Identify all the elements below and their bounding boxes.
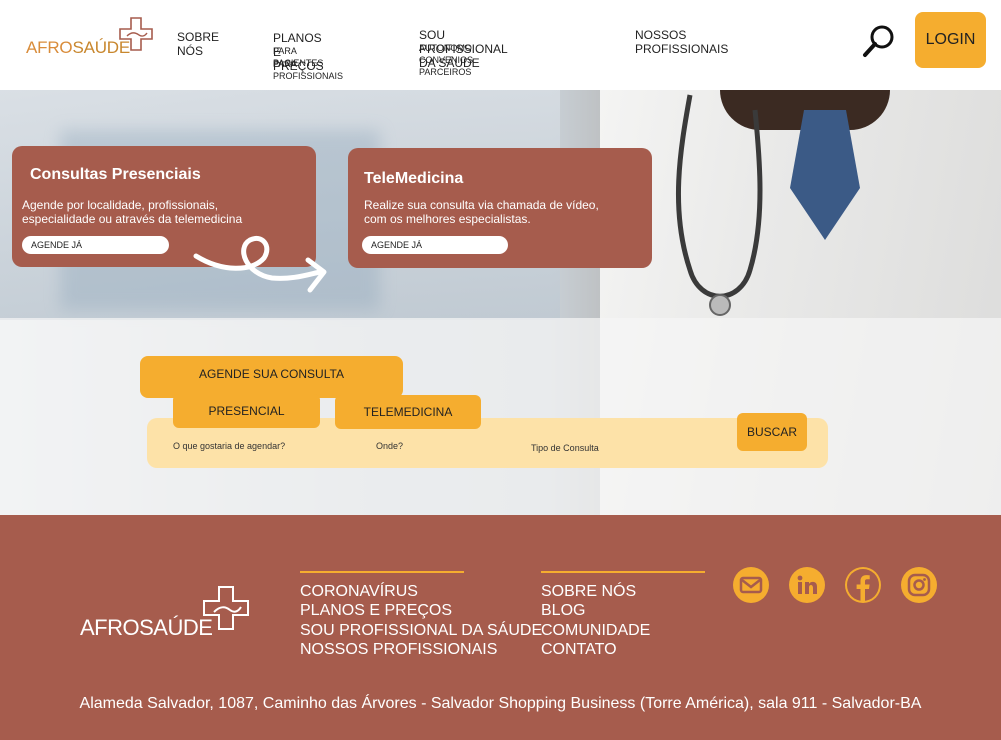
- stethoscope-image: [675, 94, 763, 316]
- footer-link-blog[interactable]: BLOG: [541, 601, 585, 621]
- buscar-button[interactable]: BUSCAR: [737, 413, 807, 451]
- footer-address: Alameda Salvador, 1087, Caminho das Árvo…: [79, 695, 922, 712]
- card-title: TeleMedicina: [364, 170, 464, 187]
- agende-sua-consulta-tab[interactable]: AGENDE SUA CONSULTA: [140, 356, 403, 398]
- login-button[interactable]: LOGIN: [915, 12, 986, 68]
- agende-ja-button[interactable]: AGENDE JÁ: [362, 236, 508, 254]
- search-icon[interactable]: [862, 24, 896, 58]
- footer-link-comunidade[interactable]: COMUNIDADE: [541, 621, 650, 641]
- footer-link-contato[interactable]: CONTATO: [541, 640, 617, 660]
- nav-sobre-nos[interactable]: SOBRE NÓS: [177, 30, 219, 58]
- footer-logo[interactable]: AFROSAÚDE: [80, 585, 260, 645]
- agende-ja-button[interactable]: AGENDE JÁ: [22, 236, 169, 254]
- afrosaude-logo[interactable]: AFROSAÚDE: [26, 16, 156, 60]
- logo-afro: AFRO: [26, 38, 73, 57]
- footer-link-planos[interactable]: PLANOS E PREÇOS: [300, 601, 452, 621]
- email-icon[interactable]: [733, 567, 769, 603]
- medical-cross-icon: [203, 586, 249, 630]
- field-where-input[interactable]: Onde?: [376, 441, 403, 451]
- footer-link-nossos[interactable]: NOSSOS PROFISSIONAIS: [300, 640, 497, 660]
- nav-convenios[interactable]: CONVENIOS PARCEIROS: [419, 54, 473, 78]
- site-header: AFROSAÚDE SOBRE NÓS PLANOS E PREÇOS PARA…: [0, 0, 1001, 90]
- field-what-input[interactable]: O que gostaria de agendar?: [173, 441, 285, 451]
- card-text-line1: Realize sua consulta via chamada de víde…: [364, 198, 599, 212]
- medical-cross-icon: [119, 17, 153, 51]
- card-text-line2: especialidade ou através da telemedicina: [22, 212, 243, 226]
- logo-wordmark: AFROSAÚDE: [26, 38, 130, 58]
- curved-arrow-icon: [193, 236, 327, 293]
- footer-link-profissional[interactable]: SOU PROFISSIONAL DA SÁUDE: [300, 621, 542, 641]
- instagram-icon[interactable]: [901, 567, 937, 603]
- card-text-line1: Agende por localidade, profissionais,: [22, 198, 219, 212]
- card-telemedicina: TeleMedicina Realize sua consulta via ch…: [348, 148, 652, 268]
- card-text-line2: com os melhores especialistas.: [364, 212, 531, 226]
- nav-nossos-profissionais[interactable]: NOSSOS PROFISSIONAIS: [635, 28, 728, 56]
- nav-autonomo[interactable]: AUTONOMO: [419, 42, 472, 54]
- field-type-select[interactable]: Tipo de Consulta: [531, 443, 599, 453]
- footer-logo-wordmark: AFROSAÚDE: [80, 615, 213, 640]
- card-title: Consultas Presenciais: [30, 166, 201, 183]
- footer-link-sobre[interactable]: SOBRE NÓS: [541, 582, 636, 602]
- footer-divider: [541, 571, 705, 573]
- nav-planos-profissionais[interactable]: PARA PROFISSIONAIS: [273, 58, 343, 82]
- linkedin-icon[interactable]: [789, 567, 825, 603]
- facebook-icon[interactable]: [845, 567, 881, 603]
- tab-telemedicina[interactable]: TELEMEDICINA: [335, 395, 481, 429]
- footer-link-coronavirus[interactable]: CORONAVÍRUS: [300, 582, 418, 602]
- hero-overlay: [0, 318, 1001, 515]
- tab-presencial[interactable]: PRESENCIAL: [173, 394, 320, 428]
- footer-divider: [300, 571, 464, 573]
